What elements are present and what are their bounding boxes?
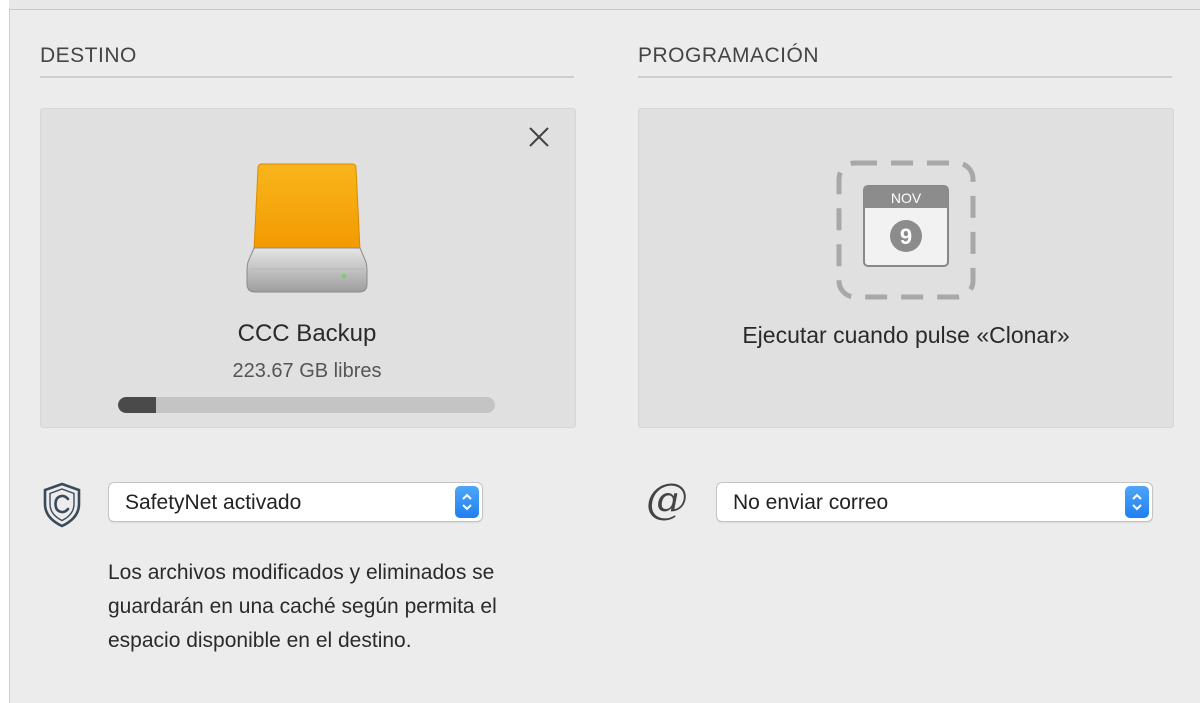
destination-divider [40, 76, 574, 78]
safetynet-shield-icon[interactable] [42, 482, 82, 528]
volume-usage-bar [118, 397, 495, 413]
schedule-section-title: PROGRAMACIÓN [638, 44, 820, 67]
external-drive-icon [246, 162, 368, 294]
volume-usage-fill [118, 397, 156, 413]
schedule-label: Ejecutar cuando pulse «Clonar» [742, 322, 1070, 348]
close-icon[interactable] [526, 124, 552, 150]
safetynet-select[interactable]: SafetyNet activado [108, 482, 483, 522]
window-left-edge [0, 0, 10, 703]
safetynet-select-chevron-icon[interactable] [455, 486, 479, 518]
volume-free-space: 223.67 GB libres [232, 360, 382, 382]
at-sign-icon: @ [646, 474, 688, 523]
email-select-value: No enviar correo [733, 491, 889, 514]
safetynet-description: Los archivos modificados y eliminados se… [108, 561, 497, 652]
calendar-month: NOV [891, 190, 922, 206]
safetynet-select-value: SafetyNet activado [125, 491, 302, 514]
email-select[interactable]: No enviar correo [716, 482, 1153, 522]
destination-section-title: DESTINO [40, 44, 137, 67]
calendar-day: 9 [900, 224, 912, 249]
window-top-edge [9, 0, 1200, 10]
calendar-icon: NOV 9 [836, 160, 976, 300]
email-select-chevron-icon[interactable] [1125, 486, 1149, 518]
volume-name: CCC Backup [237, 320, 377, 347]
schedule-divider [638, 76, 1172, 78]
